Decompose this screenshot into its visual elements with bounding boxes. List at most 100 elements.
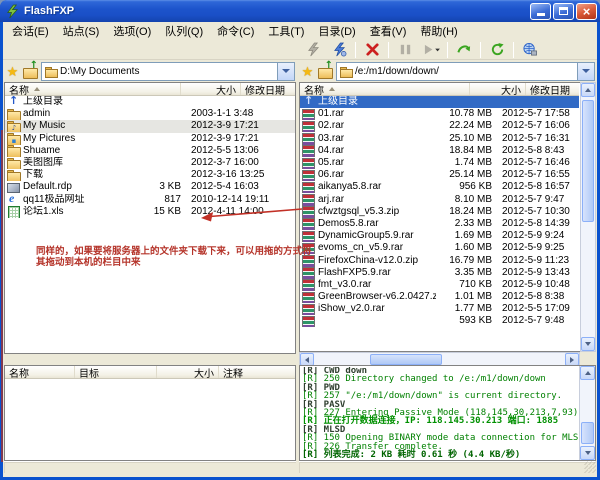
scrollbar-thumb[interactable] — [582, 100, 594, 222]
file-row[interactable]: 论坛1.xls 15 KB 2012-4-11 14:00 — [5, 206, 295, 218]
log-line: [R] 250 Directory changed to /e:/m1/down… — [302, 375, 578, 383]
menu-item[interactable]: 会话(E) — [5, 22, 56, 40]
chevron-down-icon — [582, 69, 590, 73]
local-path-combo[interactable]: D:\My Documents — [41, 62, 295, 81]
file-row[interactable]: 01.rar 10.78 MB 2012-5-7 17:58 — [300, 108, 579, 120]
local-pane: ★ D:\My Documents 名称 大小 修改日期 上级目录 — [4, 60, 296, 82]
file-icon — [7, 194, 20, 205]
titlebar: FlashFXP × — [0, 0, 600, 22]
toolbar-separator — [513, 42, 514, 58]
file-row[interactable]: 上级目录 — [300, 96, 579, 108]
column-header-date[interactable]: 修改日期 — [526, 83, 579, 95]
menu-item[interactable]: 队列(Q) — [158, 22, 210, 40]
column-header-date[interactable]: 修改日期 — [241, 83, 295, 95]
file-row[interactable]: 上级目录 — [5, 96, 295, 108]
remote-path-dropdown[interactable] — [577, 63, 594, 80]
scrollbar-thumb[interactable] — [581, 422, 594, 444]
refresh-icon[interactable] — [484, 40, 510, 59]
file-row[interactable]: Shuame 2012-5-5 13:06 — [5, 145, 295, 157]
file-row[interactable]: 02.rar 22.24 MB 2012-5-7 16:06 — [300, 120, 579, 132]
file-row[interactable]: qq11极品网址 817 2010-12-14 19:11 — [5, 194, 295, 206]
file-row[interactable]: 03.rar 25.10 MB 2012-5-7 16:31 — [300, 133, 579, 145]
remote-path-combo[interactable]: /e:/m1/down/down/ — [336, 62, 595, 81]
queue-column-note[interactable]: 注释 — [219, 366, 295, 378]
file-icon — [7, 182, 20, 193]
file-row[interactable]: Demos5.8.rar 2.33 MB 2012-5-8 14:39 — [300, 218, 579, 230]
scroll-up-icon[interactable] — [580, 366, 595, 380]
file-row[interactable]: DynamicGroup5.9.rar 1.69 MB 2012-5-9 9:2… — [300, 230, 579, 242]
menu-item[interactable]: 工具(T) — [261, 22, 311, 40]
file-icon — [302, 182, 315, 193]
minimize-button[interactable] — [530, 3, 551, 20]
scroll-up-icon[interactable] — [581, 83, 595, 97]
favorites-icon[interactable]: ★ — [300, 64, 315, 79]
column-header-size[interactable]: 大小 — [181, 83, 241, 95]
quick-connect-icon[interactable] — [300, 40, 326, 59]
resume-queue-icon[interactable] — [418, 40, 444, 59]
menubar: 会话(E)站点(S)选项(O)队列(Q)命令(C)工具(T)目录(D)查看(V)… — [3, 22, 597, 39]
file-row[interactable]: 593 KB 2012-5-7 9:48 — [300, 315, 579, 327]
file-row[interactable]: My Music 2012-3-9 17:21 — [5, 120, 295, 132]
connect-icon[interactable] — [326, 40, 352, 59]
file-icon — [302, 158, 315, 169]
scroll-down-icon[interactable] — [581, 337, 595, 351]
file-row[interactable]: cfwztgsql_v5.3.zip 18.24 MB 2012-5-7 10:… — [300, 206, 579, 218]
toolbar — [3, 39, 597, 60]
column-header-name[interactable]: 名称 — [300, 83, 470, 95]
queue-column-target[interactable]: 目标 — [75, 366, 157, 378]
file-row[interactable]: evoms_cn_v5.9.rar 1.60 MB 2012-5-9 9:25 — [300, 242, 579, 254]
file-icon — [302, 231, 315, 242]
toolbar-separator — [447, 42, 448, 58]
scrollbar-thumb[interactable] — [370, 354, 442, 365]
file-icon — [302, 218, 315, 229]
local-list-header: 名称 大小 修改日期 — [5, 83, 295, 96]
maximize-button[interactable] — [553, 3, 574, 20]
file-row[interactable]: aikanya5.8.rar 956 KB 2012-5-8 16:57 — [300, 181, 579, 193]
close-icon: × — [583, 5, 591, 18]
log-status-strip — [299, 461, 596, 473]
file-row[interactable]: arj.rar 8.10 MB 2012-5-7 9:47 — [300, 194, 579, 206]
remote-vertical-scrollbar[interactable] — [580, 82, 596, 352]
column-header-name[interactable]: 名称 — [5, 83, 181, 95]
parent-folder-icon[interactable] — [23, 65, 38, 78]
menu-item[interactable]: 选项(O) — [106, 22, 158, 40]
queue-column-name[interactable]: 名称 — [5, 366, 75, 378]
file-icon — [302, 304, 315, 315]
menu-item[interactable]: 站点(S) — [56, 22, 107, 40]
log-scrollbar[interactable] — [579, 366, 595, 460]
queue-panel: 名称 目标 大小 注释 — [4, 365, 296, 461]
file-row[interactable]: FlashFXP5.9.rar 3.35 MB 2012-5-9 13:43 — [300, 267, 579, 279]
file-row[interactable]: GreenBrowser-v6.2.0427.zip 1.01 MB 2012-… — [300, 291, 579, 303]
local-path-dropdown[interactable] — [277, 63, 294, 80]
scroll-down-icon[interactable] — [580, 446, 595, 460]
menu-item[interactable]: 命令(C) — [210, 22, 261, 40]
file-row[interactable]: admin 2003-1-1 3:48 — [5, 108, 295, 120]
file-row[interactable]: 美图图库 2012-3-7 16:00 — [5, 157, 295, 169]
favorites-icon[interactable]: ★ — [5, 64, 20, 79]
menu-item[interactable]: 帮助(H) — [413, 22, 464, 40]
resize-grip[interactable] — [584, 461, 596, 473]
pause-queue-icon[interactable] — [392, 40, 418, 59]
maximize-icon — [559, 7, 568, 15]
file-row[interactable]: 06.rar 25.14 MB 2012-5-7 16:55 — [300, 169, 579, 181]
file-row[interactable]: 05.rar 1.74 MB 2012-5-7 16:46 — [300, 157, 579, 169]
file-row[interactable]: Default.rdp 3 KB 2012-5-4 16:03 — [5, 181, 295, 193]
transfer-icon[interactable] — [451, 40, 477, 59]
file-row[interactable]: FirefoxChina-v12.0.zip 16.79 MB 2012-5-9… — [300, 254, 579, 266]
close-button[interactable]: × — [576, 3, 597, 20]
file-row[interactable]: My Pictures 2012-3-9 17:21 — [5, 133, 295, 145]
menu-item[interactable]: 目录(D) — [311, 22, 362, 40]
column-header-size[interactable]: 大小 — [470, 83, 526, 95]
abort-icon[interactable] — [359, 40, 385, 59]
file-icon — [7, 170, 20, 181]
queue-column-size[interactable]: 大小 — [157, 366, 219, 378]
site-network-icon[interactable] — [517, 40, 543, 59]
file-row[interactable]: iShow_v2.0.rar 1.77 MB 2012-5-5 17:09 — [300, 303, 579, 315]
file-row[interactable]: 下载 2012-3-16 13:25 — [5, 169, 295, 181]
menu-item[interactable]: 查看(V) — [363, 22, 414, 40]
window-content: 会话(E)站点(S)选项(O)队列(Q)命令(C)工具(T)目录(D)查看(V)… — [3, 22, 597, 477]
file-row[interactable]: fmt_v3.0.rar 710 KB 2012-5-9 10:48 — [300, 279, 579, 291]
local-file-list: 上级目录 admin 2003-1-1 3:48 My Music 2012-3… — [5, 96, 295, 353]
file-row[interactable]: 04.rar 18.84 MB 2012-5-8 8:43 — [300, 145, 579, 157]
parent-folder-icon[interactable] — [318, 65, 333, 78]
